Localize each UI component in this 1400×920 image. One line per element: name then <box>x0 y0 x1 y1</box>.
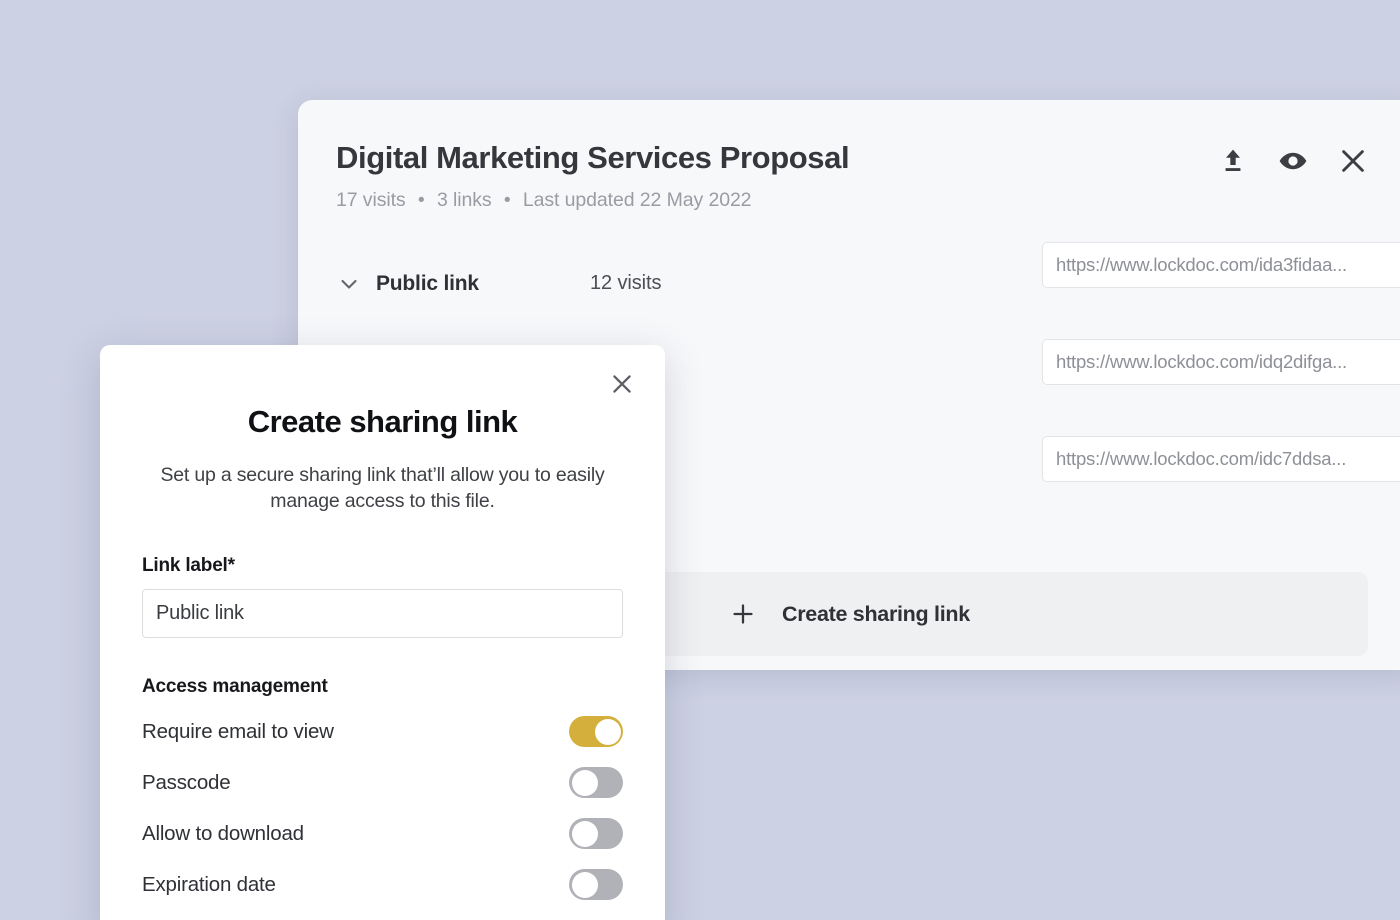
meta-separator: • <box>417 188 425 211</box>
passcode-toggle[interactable] <box>569 767 623 799</box>
link-row: Copy link <box>1042 338 1400 385</box>
page-title: Digital Marketing Services Proposal <box>336 140 850 175</box>
title-block: Digital Marketing Services Proposal 17 v… <box>336 140 850 212</box>
link-row: Copy link <box>1042 241 1400 288</box>
eye-icon[interactable] <box>1278 146 1308 176</box>
link-rows: Copy link Copy link <box>1042 241 1400 482</box>
modal-title: Create sharing link <box>247 404 518 439</box>
link-row: Copy link <box>1042 435 1400 482</box>
access-option-row: Passcode <box>142 766 623 800</box>
last-updated: Last updated 22 May 2022 <box>522 188 752 211</box>
access-management-heading: Access management <box>142 675 328 697</box>
access-option-label: Allow to download <box>142 821 304 845</box>
chevron-down-icon[interactable] <box>336 271 362 297</box>
access-option-label: Expiration date <box>142 872 276 896</box>
link-label-input[interactable] <box>142 588 623 638</box>
link-label-field-label: Link label* <box>142 554 235 576</box>
link-group-visits: 12 visits <box>590 272 662 295</box>
create-sharing-link-modal: Create sharing link Set up a secure shar… <box>100 345 665 920</box>
visits-count: 17 visits <box>336 188 406 211</box>
close-icon[interactable] <box>1338 146 1368 176</box>
access-option-row: Allow to download <box>142 817 623 851</box>
toggle-knob <box>571 769 598 796</box>
access-option-label: Require email to view <box>142 719 334 743</box>
modal-description: Set up a secure sharing link that’ll all… <box>160 464 605 513</box>
close-icon[interactable] <box>607 369 637 399</box>
toggle-knob <box>594 718 621 745</box>
link-group-header-public-link[interactable]: Public link 12 visits <box>336 262 661 306</box>
toggle-knob <box>571 871 598 898</box>
allow-download-toggle[interactable] <box>569 818 623 850</box>
header-actions <box>1218 140 1374 176</box>
link-group-label: Public link <box>376 271 479 295</box>
links-count: 3 links <box>436 188 492 211</box>
plus-icon <box>730 601 756 627</box>
document-meta: 17 visits • 3 links • Last updated 22 Ma… <box>336 189 849 212</box>
require-email-toggle[interactable] <box>569 716 623 748</box>
upload-icon[interactable] <box>1218 146 1248 176</box>
share-url-input[interactable] <box>1042 241 1400 288</box>
access-option-label: Passcode <box>142 770 231 794</box>
expiration-date-toggle[interactable] <box>569 869 623 901</box>
access-option-row: Require email to view <box>142 715 623 749</box>
card-header: Digital Marketing Services Proposal 17 v… <box>298 100 1400 212</box>
share-url-input[interactable] <box>1042 338 1400 385</box>
share-url-input[interactable] <box>1042 435 1400 482</box>
meta-separator: • <box>503 188 511 211</box>
toggle-knob <box>571 820 598 847</box>
create-sharing-link-label: Create sharing link <box>782 601 970 626</box>
access-option-row: Expiration date <box>142 868 623 902</box>
